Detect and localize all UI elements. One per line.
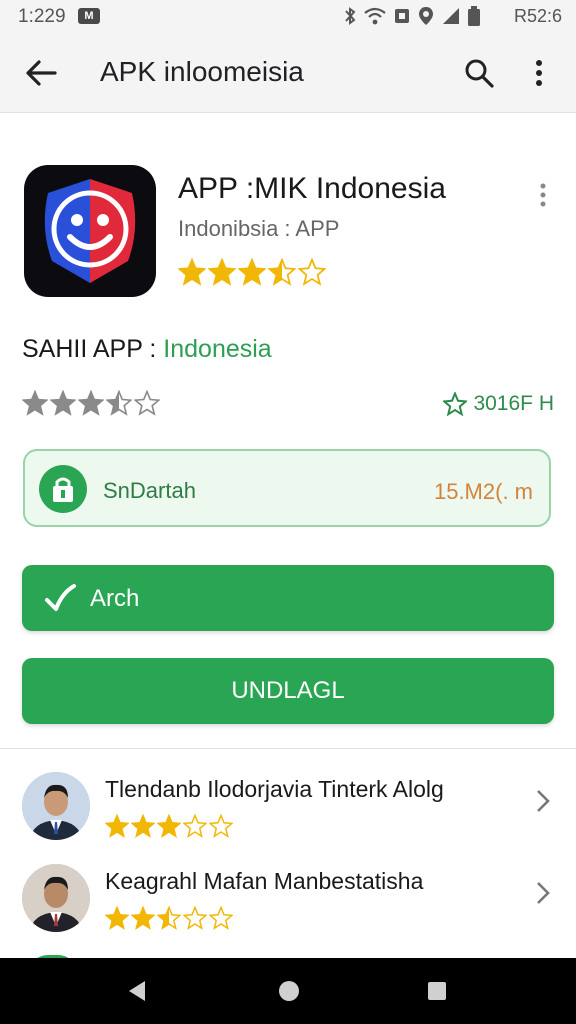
section-title: SAHII APP : Indonesia	[22, 335, 272, 364]
list-item-rating	[105, 906, 233, 930]
search-button[interactable]	[458, 52, 500, 94]
notification-icon: M	[78, 8, 100, 24]
list-item-rating	[105, 814, 233, 838]
section-rating-stars	[22, 390, 160, 416]
check-icon	[45, 584, 76, 611]
status-time: 1:229	[18, 6, 66, 27]
nav-back-button[interactable]	[122, 976, 152, 1006]
avatar	[22, 864, 90, 932]
more-vert-icon	[536, 60, 542, 86]
arrow-back-icon	[26, 60, 57, 86]
circle-home-icon	[279, 981, 299, 1001]
page-title: APK inloomeisia	[100, 56, 304, 87]
safety-banner[interactable]: SnDartah 15.M2(. m	[23, 449, 551, 527]
star-icon	[209, 814, 233, 838]
section-title-prefix: SAHII APP :	[22, 335, 164, 363]
arch-button[interactable]: Arch	[22, 565, 554, 631]
star-icon	[268, 258, 296, 286]
list-item[interactable]: Tlendanb Ilodorjavia Tinterk Alolg	[0, 770, 576, 860]
signal-icon	[443, 8, 459, 24]
status-bar: 1:229 M R52:6	[0, 0, 576, 34]
app-more-button[interactable]	[528, 178, 558, 212]
back-button[interactable]	[20, 52, 62, 94]
app-bar: APK inloomeisia	[0, 34, 576, 113]
section-title-highlight: Indonesia	[163, 335, 272, 363]
nav-home-button[interactable]	[274, 976, 304, 1006]
star-icon	[105, 906, 129, 930]
list-item[interactable]: Keagrahl Mafan Manbestatisha	[0, 862, 576, 952]
overflow-menu-button[interactable]	[522, 52, 556, 94]
star-icon	[50, 390, 76, 416]
list-item-title: Keagrahl Mafan Manbestatisha	[105, 868, 424, 894]
star-icon	[105, 814, 129, 838]
star-icon	[157, 814, 181, 838]
smiley-logo-icon	[44, 179, 136, 283]
star-icon	[22, 390, 48, 416]
navigation-bar	[0, 958, 576, 1024]
download-size: 15.M2(. m	[433, 479, 533, 504]
install-button-label: UNDLAGL	[231, 677, 345, 704]
app-name: APP :MIK Indonesia	[178, 172, 446, 205]
status-icons	[343, 5, 480, 27]
star-icon	[157, 906, 181, 930]
list-item-title: Tlendanb Ilodorjavia Tinterk Alolg	[105, 776, 444, 802]
avatar	[22, 772, 90, 840]
star-outline-icon	[443, 392, 468, 416]
shield-lock-icon	[39, 465, 87, 513]
divider	[0, 748, 576, 749]
square-recents-icon	[428, 982, 446, 1000]
location-icon	[419, 7, 433, 25]
star-icon	[131, 906, 155, 930]
chevron-right-icon	[530, 784, 556, 818]
star-icon	[183, 814, 207, 838]
star-icon	[131, 814, 155, 838]
app-rating-stars	[178, 258, 326, 286]
rating-count-text: 3016F H	[473, 392, 554, 415]
battery-icon	[468, 6, 480, 26]
app-developer: Indonibsia : APP	[178, 216, 340, 241]
star-icon	[209, 906, 233, 930]
safety-label: SnDartah	[103, 478, 196, 503]
star-icon	[208, 258, 236, 286]
star-icon	[106, 390, 132, 416]
battery-percent: R52:6	[513, 6, 562, 26]
nav-recents-button[interactable]	[422, 976, 452, 1006]
star-icon	[134, 390, 160, 416]
star-icon	[183, 906, 207, 930]
star-icon	[78, 390, 104, 416]
star-icon	[238, 258, 266, 286]
more-vert-icon	[540, 183, 546, 207]
nfc-icon	[395, 9, 409, 23]
app-icon[interactable]	[24, 165, 156, 297]
wifi-icon	[364, 7, 386, 25]
search-icon	[465, 59, 494, 88]
chevron-right-icon	[530, 876, 556, 910]
triangle-back-icon	[129, 981, 145, 1001]
bluetooth-icon	[345, 7, 356, 25]
star-icon	[298, 258, 326, 286]
install-button[interactable]: UNDLAGL	[22, 658, 554, 724]
rating-count[interactable]: 3016F H	[443, 392, 554, 416]
arch-button-label: Arch	[90, 585, 140, 612]
star-icon	[178, 258, 206, 286]
